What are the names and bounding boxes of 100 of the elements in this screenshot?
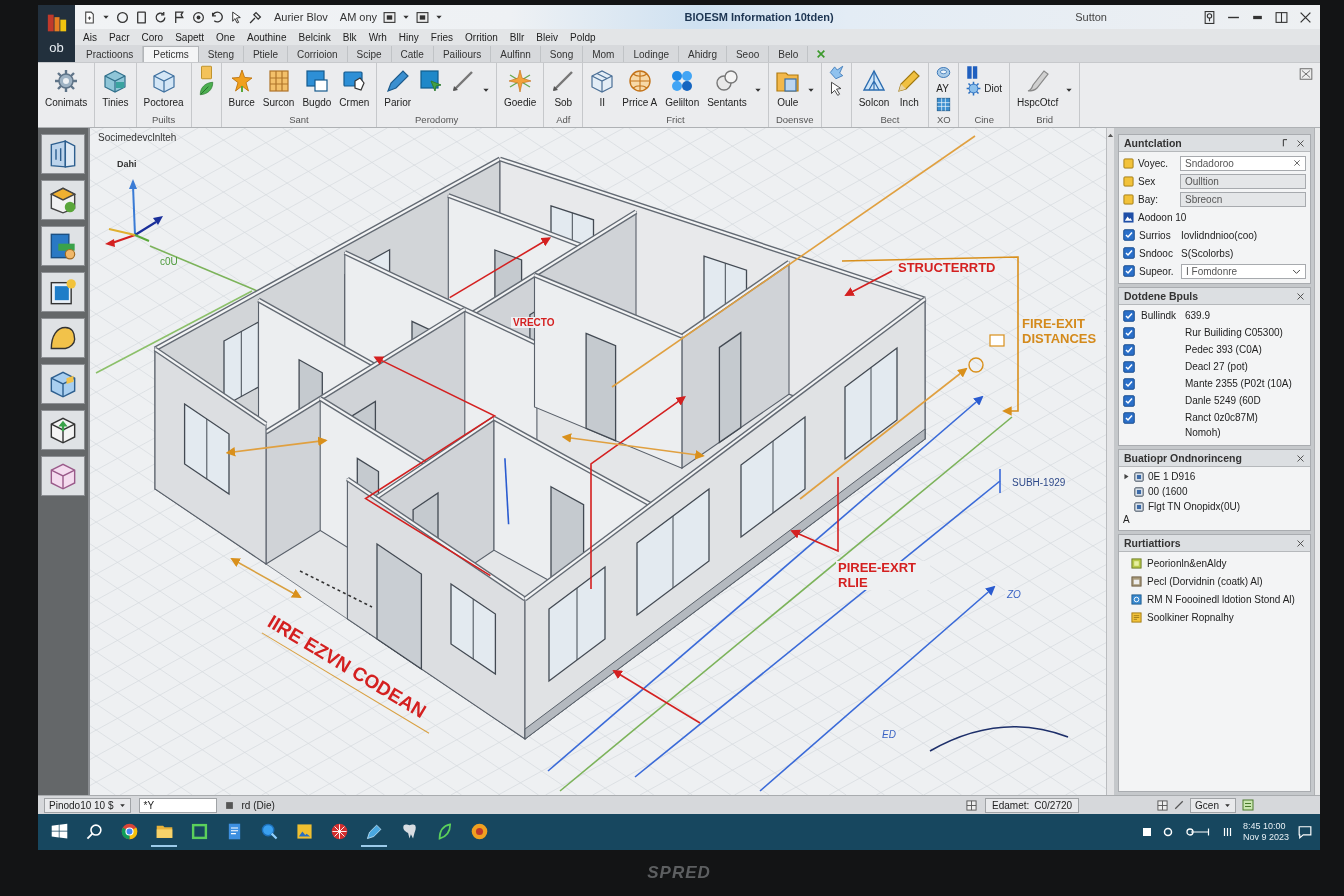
tool-button[interactable] (41, 272, 85, 312)
pen-line-icon[interactable] (1174, 800, 1185, 810)
undo-icon[interactable] (211, 10, 224, 24)
page-icon[interactable] (135, 10, 148, 24)
tree-item[interactable]: 0E 1 D916 (1148, 471, 1196, 482)
crossed-box-icon[interactable] (1298, 67, 1314, 81)
notification-icon[interactable] (1298, 825, 1312, 839)
x-mark-icon[interactable] (816, 49, 827, 59)
tool-button[interactable] (41, 318, 85, 358)
close-icon[interactable] (1296, 538, 1305, 548)
tool-button[interactable] (41, 180, 85, 220)
text-field[interactable]: Sbreocn (1180, 191, 1306, 207)
help-icon[interactable] (1203, 10, 1216, 24)
caret-up-icon[interactable] (1107, 132, 1114, 139)
layers-icon[interactable] (1242, 799, 1254, 811)
ribbon-button[interactable]: Tinies (99, 65, 132, 109)
ribbon-button[interactable]: Gelilton (662, 65, 703, 109)
checkbox[interactable] (1123, 309, 1135, 322)
menu-item[interactable]: Blk (336, 30, 363, 44)
text-field[interactable]: Oulltion (1180, 173, 1306, 189)
menu-item[interactable]: Wrh (362, 30, 393, 44)
ribbon-button[interactable]: II (587, 65, 618, 109)
ribbon-button[interactable]: Sob (548, 65, 579, 109)
list-item[interactable]: Pecl (Dorvidnin (coatk) Al) (1147, 575, 1297, 588)
checkbox[interactable] (1123, 360, 1135, 373)
cursor-icon[interactable] (230, 10, 243, 24)
ribbon-button[interactable]: Inch (894, 65, 925, 109)
checkbox[interactable] (1123, 394, 1135, 407)
ribbon-button[interactable]: Poctorea (140, 65, 187, 109)
menu-item[interactable]: Bllr (503, 30, 531, 44)
checkbox[interactable] (1123, 411, 1135, 424)
tool-button[interactable] (41, 134, 85, 174)
tree-item[interactable]: 00 (1600 (1148, 486, 1188, 497)
pin-icon[interactable] (1281, 138, 1289, 148)
square-icon[interactable] (1140, 826, 1153, 838)
checkbox[interactable] (1123, 326, 1135, 339)
menu-item[interactable]: Orrition (459, 30, 504, 44)
grid-icon[interactable] (1157, 799, 1169, 811)
refresh-icon[interactable] (154, 10, 167, 24)
input-field[interactable]: *Y (138, 797, 217, 813)
list-item[interactable]: Peorionln&enAldy (1147, 557, 1297, 570)
checkbox[interactable] (1123, 229, 1135, 241)
ribbon-button[interactable]: Bugdo (299, 65, 335, 109)
caret-icon[interactable] (1123, 473, 1130, 480)
ribbon-button[interactable]: Conimats (42, 65, 91, 109)
frame-icon[interactable] (383, 10, 397, 24)
checkbox[interactable] (1123, 265, 1135, 277)
caret-icon[interactable] (102, 13, 110, 21)
checkbox[interactable] (1123, 377, 1135, 390)
checkbox[interactable] (1123, 247, 1135, 259)
vertical-scrollbar[interactable] (1314, 128, 1320, 795)
app-menu-button[interactable]: ob (38, 5, 75, 62)
target-icon[interactable] (192, 10, 205, 24)
list-item[interactable]: RM N Foooinedl ldotion Stond Al) (1147, 593, 1297, 606)
circle-icon[interactable] (1161, 826, 1174, 838)
ribbon-button[interactable]: Burce (225, 65, 258, 109)
ribbon-button[interactable]: Oule (772, 65, 803, 109)
vertical-scrollbar[interactable] (1106, 128, 1114, 795)
ribbon-tab[interactable]: Peticms (143, 46, 199, 62)
checkbox[interactable] (1123, 343, 1135, 356)
close-icon[interactable] (1299, 10, 1312, 24)
menu-item[interactable]: Sapett (169, 30, 211, 44)
menu-item[interactable]: Pacr (102, 30, 136, 44)
menu-item[interactable]: Ais (77, 30, 103, 44)
ribbon-button[interactable]: HspcOtcf (1014, 65, 1062, 109)
menu-item[interactable]: One (210, 30, 241, 44)
caret-icon[interactable] (402, 13, 411, 21)
bars-icon[interactable] (1221, 826, 1234, 838)
menu-item[interactable]: Aouthine (241, 30, 293, 44)
tree-item[interactable]: Flgt TN Onopidx(0U) (1148, 501, 1241, 512)
flag-icon[interactable] (173, 10, 186, 24)
frame-icon[interactable] (416, 10, 430, 24)
menu-item[interactable]: Bleiv (530, 30, 564, 44)
tool-button[interactable] (41, 226, 85, 266)
close-icon[interactable] (1296, 291, 1305, 301)
tool-button[interactable] (41, 364, 85, 404)
close-icon[interactable] (1296, 138, 1305, 148)
ribbon-button[interactable]: Solcon (855, 65, 893, 109)
ribbon-button[interactable]: Crmen (336, 65, 373, 109)
caret-icon[interactable] (435, 13, 444, 21)
close-icon[interactable] (1296, 453, 1305, 463)
ribbon-button[interactable]: Diot (963, 81, 1006, 96)
scale-dropdown[interactable]: Gcen (1190, 797, 1236, 813)
ribbon-button[interactable]: Surcon (259, 65, 298, 109)
menu-item[interactable]: Fries (424, 30, 460, 44)
ribbon-button[interactable]: Sentants (704, 65, 750, 109)
menu-item[interactable]: Hiny (392, 30, 425, 44)
list-item[interactable]: Soolkiner Ropnalhy (1147, 611, 1297, 624)
split-window-icon[interactable] (1275, 10, 1288, 24)
clear-icon[interactable] (1293, 159, 1301, 167)
menu-item[interactable]: Coro (135, 30, 170, 44)
ribbon-button[interactable]: Parior (381, 65, 415, 109)
tool-button[interactable] (41, 410, 85, 450)
text-field[interactable]: Sndadoroo (1180, 155, 1306, 171)
dropdown[interactable]: I Fomdonre (1181, 263, 1306, 279)
menu-item[interactable]: Poldp (563, 30, 602, 44)
circle-icon[interactable] (116, 10, 129, 24)
tools-icon[interactable] (249, 10, 262, 24)
ribbon-button[interactable]: AY (933, 81, 952, 96)
view-dropdown[interactable]: Pinodo10 10 $ (44, 797, 131, 813)
